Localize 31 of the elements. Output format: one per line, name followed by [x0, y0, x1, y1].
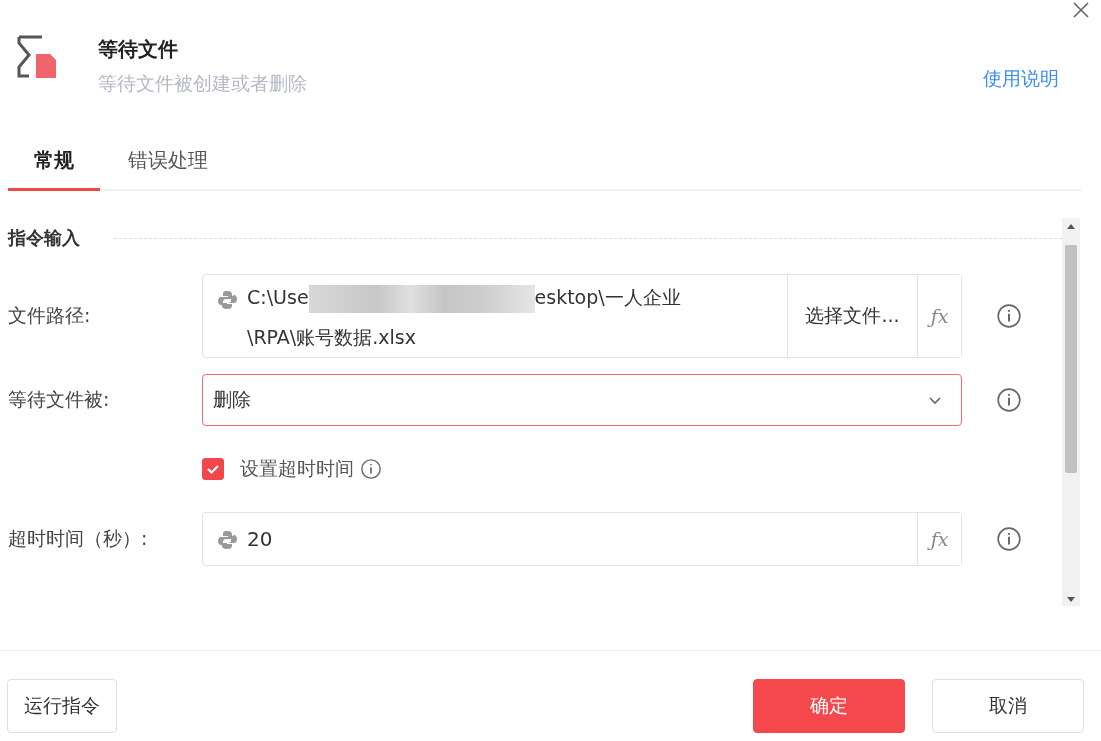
path-text: esktop\一人企业 [534, 286, 681, 308]
tab[interactable]: 错误处理 [102, 137, 234, 181]
confirm-button[interactable]: 确定 [753, 679, 905, 733]
info-icon[interactable] [996, 387, 1022, 413]
field-label: 超时时间（秒）: [8, 526, 149, 551]
path-text: C:\Use [247, 286, 309, 308]
dialog-title: 等待文件 [98, 36, 179, 63]
info-icon[interactable] [360, 458, 382, 480]
scroll-up-icon[interactable] [1067, 224, 1075, 229]
path-field[interactable]: C:\Use esktop\一人企业 \RPA\账号数据.xlsx 选择文件... ƒx [202, 274, 962, 358]
field-label: 等待文件被: [8, 387, 111, 412]
timeout-field[interactable]: 20 ƒx [202, 512, 962, 566]
checkbox[interactable] [202, 458, 224, 480]
checkbox-label: 设置超时时间 [240, 456, 354, 481]
field-label: 文件路径: [8, 303, 92, 328]
section-title: 指令输入 [8, 226, 80, 250]
python-icon [217, 289, 237, 309]
dropdown-field[interactable]: 删除 [202, 374, 962, 426]
info-icon[interactable] [996, 303, 1022, 329]
scroll-down-icon[interactable] [1067, 597, 1075, 602]
info-icon[interactable] [996, 526, 1022, 552]
scrollbar[interactable] [1062, 218, 1080, 606]
formula-button[interactable]: ƒx [917, 275, 961, 357]
run-command-button[interactable]: 运行指令 [7, 679, 117, 733]
cancel-button[interactable]: 取消 [932, 679, 1084, 733]
formula-button[interactable]: ƒx [917, 513, 961, 565]
tab[interactable]: 常规 [8, 137, 100, 191]
close-icon[interactable] [1071, 0, 1091, 20]
python-icon [217, 529, 237, 549]
dialog-subtitle: 等待文件被创建或者删除 [98, 71, 308, 96]
path-text: \RPA\账号数据.xlsx [247, 326, 416, 348]
